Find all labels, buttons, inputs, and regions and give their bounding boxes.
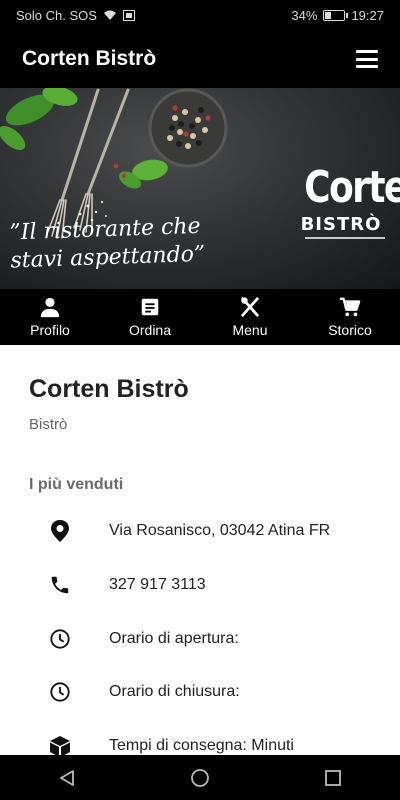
tab-label-ordina: Ordina xyxy=(128,322,172,338)
logo-main-text: Corten xyxy=(304,162,400,213)
opening-hours-text: Orario di apertura: xyxy=(109,630,239,647)
battery-fill xyxy=(325,11,332,19)
tab-label-profilo: Profilo xyxy=(30,322,70,338)
person-icon xyxy=(40,297,60,318)
wifi-icon xyxy=(103,10,117,21)
hero-banner: ”Il ristorante che stavi aspettando” Cor… xyxy=(0,88,400,289)
tab-bar: Profilo Ordina Menu Storico xyxy=(0,289,400,345)
logo-sub-text: BISTRÒ xyxy=(300,214,382,235)
phone-row[interactable]: 327 917 3113 xyxy=(0,570,400,600)
package-icon xyxy=(48,734,72,755)
back-triangle-icon[interactable] xyxy=(47,758,87,798)
opening-hours-row: Orario di apertura: xyxy=(0,624,400,654)
location-pin-icon xyxy=(48,519,72,543)
app-title: Corten Bistrò xyxy=(22,47,157,70)
closing-hours-row: Orario di chiusura: xyxy=(0,677,400,707)
restaurant-details: Corten Bistrò Bistrò I più venduti Via R… xyxy=(0,345,400,755)
battery-percent: 34% xyxy=(291,7,318,23)
hero-logo: Corten BISTRÒ xyxy=(296,162,400,236)
clock-time: 19:27 xyxy=(351,7,384,23)
status-left: Solo Ch. SOS xyxy=(16,8,135,23)
delivery-time-text: Tempi di consegna: Minuti xyxy=(109,737,294,754)
status-right: 34% 19:27 xyxy=(291,8,384,23)
tab-profilo[interactable]: Profilo xyxy=(0,289,100,345)
address-row[interactable]: Via Rosanisco, 03042 Atina FR xyxy=(0,516,400,546)
status-bar: Solo Ch. SOS 34% 19:27 xyxy=(0,0,400,30)
hero-tagline: ”Il ristorante che stavi aspettando” xyxy=(9,213,211,276)
tab-label-menu: Menu xyxy=(232,322,268,338)
phone-icon xyxy=(48,573,72,597)
hamburger-menu-icon[interactable] xyxy=(356,50,378,68)
home-circle-icon[interactable] xyxy=(180,758,220,798)
tab-storico[interactable]: Storico xyxy=(300,289,400,345)
address-text: Via Rosanisco, 03042 Atina FR xyxy=(109,522,331,539)
clock-icon xyxy=(48,680,72,704)
system-nav-bar xyxy=(0,755,400,800)
document-icon xyxy=(141,298,159,316)
tab-ordina[interactable]: Ordina xyxy=(100,289,200,345)
best-sellers-title[interactable]: I più venduti xyxy=(29,476,123,494)
delivery-time-row: Tempi di consegna: Minuti xyxy=(0,731,400,755)
clock-icon xyxy=(48,627,72,651)
closing-hours-text: Orario di chiusura: xyxy=(109,683,240,700)
cart-icon xyxy=(339,297,361,317)
restaurant-category: Bistrò xyxy=(29,416,68,433)
carrier-label: Solo Ch. SOS xyxy=(16,7,97,23)
recents-square-icon[interactable] xyxy=(313,758,353,798)
restaurant-name: Corten Bistrò xyxy=(29,375,189,403)
app-bar: Corten Bistrò xyxy=(0,30,400,88)
cutlery-icon xyxy=(241,297,259,317)
phone-text: 327 917 3113 xyxy=(109,576,206,593)
tab-label-storico: Storico xyxy=(328,322,372,338)
battery-icon xyxy=(323,9,349,21)
tab-menu[interactable]: Menu xyxy=(200,289,300,345)
sim-card-icon xyxy=(122,9,135,21)
